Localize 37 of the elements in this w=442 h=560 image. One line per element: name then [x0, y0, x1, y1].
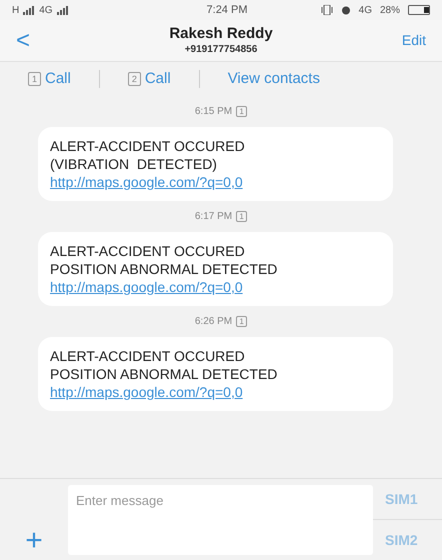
- message-time: 6:15 PM: [194, 105, 232, 119]
- phone-number: +919177754856: [184, 44, 258, 56]
- add-button[interactable]: +: [25, 526, 43, 556]
- map-link[interactable]: http://maps.google.com/?q=0,0: [50, 278, 243, 296]
- call-button[interactable]: Call: [45, 68, 71, 90]
- edit-button[interactable]: Edit: [366, 30, 426, 51]
- sim-badge: 1: [236, 316, 248, 327]
- message-text: ALERT-ACCIDENT OCCURED: [50, 137, 246, 155]
- message-text: POSITION ABNORMAL DETECTED: [50, 260, 278, 278]
- call-button[interactable]: View contacts: [228, 68, 320, 90]
- sim-badge: 1: [236, 106, 248, 117]
- network-type: H: [12, 4, 20, 18]
- sim-badge: 1: [236, 211, 248, 222]
- map-link[interactable]: http://maps.google.com/?q=0,0: [50, 173, 243, 191]
- signal-icon: [56, 6, 69, 14]
- message-text: ALERT-ACCIDENT OCCURED: [50, 242, 246, 260]
- message-text: (VIBRATION DETECTED): [50, 155, 218, 173]
- network-type: 4G: [39, 4, 53, 18]
- battery-icon: [408, 5, 430, 15]
- message-time: 6:17 PM: [194, 210, 232, 224]
- message-time: 6:26 PM: [194, 315, 232, 329]
- map-link[interactable]: http://maps.google.com/?q=0,0: [50, 383, 243, 401]
- back-button[interactable]: <: [16, 22, 76, 58]
- contact-name: Rakesh Reddy: [169, 24, 273, 44]
- clock: 7:24 PM: [206, 2, 248, 18]
- network-type: 4G: [358, 4, 372, 18]
- battery-percent: 28%: [380, 4, 400, 18]
- send-button[interactable]: SIM1: [373, 479, 442, 519]
- sim-badge: 2: [128, 72, 141, 86]
- message-text: ALERT-ACCIDENT OCCURED: [50, 347, 246, 365]
- call-button[interactable]: Call: [144, 68, 171, 90]
- vibrate-icon: [320, 5, 333, 15]
- signal-icon: [23, 6, 36, 14]
- message-text: POSITION ABNORMAL DETECTED: [50, 365, 278, 383]
- sim-badge: 1: [28, 72, 41, 86]
- send-button[interactable]: SIM2: [373, 519, 442, 560]
- message-field[interactable]: Enter message: [68, 485, 373, 555]
